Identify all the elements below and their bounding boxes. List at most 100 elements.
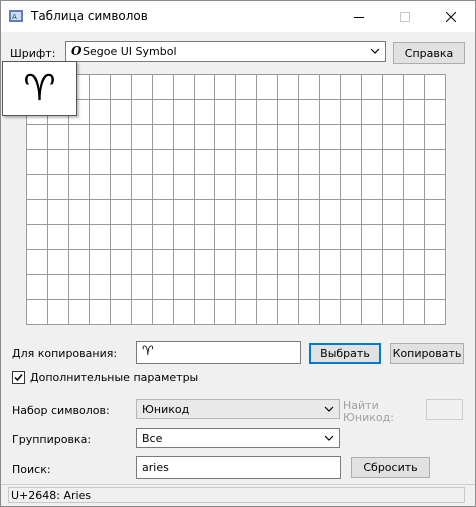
grid-cell[interactable] — [89, 100, 111, 125]
grid-cell[interactable] — [131, 150, 153, 175]
grid-cell[interactable] — [257, 300, 279, 325]
grid-cell[interactable] — [382, 225, 404, 250]
grid-cell[interactable] — [236, 275, 258, 300]
grid-cell[interactable] — [341, 250, 362, 275]
grid-cell[interactable] — [320, 275, 342, 300]
grid-cell[interactable] — [278, 150, 300, 175]
grid-cell[interactable] — [173, 300, 195, 325]
grid-cell[interactable] — [131, 275, 153, 300]
grid-cell[interactable] — [89, 225, 111, 250]
grid-cell[interactable] — [257, 225, 279, 250]
grid-cell[interactable] — [341, 100, 362, 125]
grid-cell[interactable] — [424, 200, 446, 225]
grid-cell[interactable] — [403, 200, 425, 225]
grid-cell[interactable] — [47, 250, 69, 275]
grid-cell[interactable] — [382, 200, 404, 225]
grid-cell[interactable] — [152, 100, 174, 125]
grid-cell[interactable] — [403, 125, 425, 150]
grid-cell[interactable] — [320, 200, 342, 225]
grid-cell[interactable] — [236, 300, 258, 325]
grid-cell[interactable] — [341, 175, 362, 200]
grid-cell[interactable] — [89, 125, 111, 150]
grid-cell[interactable] — [236, 175, 258, 200]
grid-cell[interactable] — [173, 125, 195, 150]
grid-cell[interactable] — [278, 300, 300, 325]
grid-cell[interactable] — [110, 250, 132, 275]
grid-cell[interactable] — [236, 250, 258, 275]
grid-cell[interactable] — [403, 75, 425, 100]
grid-cell[interactable] — [27, 300, 48, 325]
grid-cell[interactable] — [89, 200, 111, 225]
grid-cell[interactable] — [424, 150, 446, 175]
grid-cell[interactable] — [194, 300, 216, 325]
grid-cell[interactable] — [382, 275, 404, 300]
grid-cell[interactable] — [299, 175, 321, 200]
grid-cell[interactable] — [278, 250, 300, 275]
grid-cell[interactable] — [89, 275, 111, 300]
grid-cell[interactable] — [152, 75, 174, 100]
grid-cell[interactable] — [362, 250, 383, 275]
grid-cell[interactable] — [403, 300, 425, 325]
grid-cell[interactable] — [215, 200, 237, 225]
grid-cell[interactable] — [341, 300, 362, 325]
grid-cell[interactable] — [362, 75, 383, 100]
grid-cell[interactable] — [382, 250, 404, 275]
select-button[interactable]: Выбрать — [309, 343, 381, 364]
grid-cell[interactable] — [131, 200, 153, 225]
grid-cell[interactable] — [27, 175, 48, 200]
grid-cell[interactable] — [215, 300, 237, 325]
grid-cell[interactable] — [27, 125, 48, 150]
grid-cell[interactable] — [27, 275, 48, 300]
grid-cell[interactable] — [278, 75, 300, 100]
charset-dropdown[interactable]: Юникод — [136, 399, 340, 419]
grid-cell[interactable] — [110, 175, 132, 200]
grid-cell[interactable] — [382, 100, 404, 125]
grid-cell[interactable] — [47, 150, 69, 175]
grid-cell[interactable] — [257, 100, 279, 125]
font-dropdown[interactable]: O Segoe UI Symbol — [65, 41, 386, 62]
grid-cell[interactable] — [131, 250, 153, 275]
grid-cell[interactable] — [299, 125, 321, 150]
grid-cell[interactable] — [173, 250, 195, 275]
grid-cell[interactable] — [194, 225, 216, 250]
grid-cell[interactable] — [131, 100, 153, 125]
grid-cell[interactable] — [27, 250, 48, 275]
grid-cell[interactable] — [89, 250, 111, 275]
grid-cell[interactable] — [110, 150, 132, 175]
grid-cell[interactable] — [152, 250, 174, 275]
grid-cell[interactable] — [257, 150, 279, 175]
grid-cell[interactable] — [403, 150, 425, 175]
grid-cell[interactable] — [68, 125, 90, 150]
grid-cell[interactable] — [299, 150, 321, 175]
grid-cell[interactable] — [299, 300, 321, 325]
grid-cell[interactable] — [47, 200, 69, 225]
grid-cell[interactable] — [424, 75, 446, 100]
grid-cell[interactable] — [236, 200, 258, 225]
reset-button[interactable]: Сбросить — [351, 457, 430, 478]
grid-cell[interactable] — [215, 75, 237, 100]
grid-cell[interactable] — [27, 225, 48, 250]
grid-cell[interactable] — [424, 300, 446, 325]
grid-cell[interactable] — [131, 300, 153, 325]
grid-cell[interactable] — [257, 250, 279, 275]
grid-cell[interactable] — [299, 75, 321, 100]
grid-cell[interactable] — [194, 275, 216, 300]
grid-cell[interactable] — [152, 200, 174, 225]
grid-cell[interactable] — [173, 275, 195, 300]
grid-cell[interactable] — [215, 125, 237, 150]
grid-cell[interactable] — [257, 75, 279, 100]
grid-cell[interactable] — [362, 200, 383, 225]
grid-cell[interactable] — [173, 225, 195, 250]
grid-cell[interactable] — [382, 125, 404, 150]
grid-cell[interactable] — [68, 200, 90, 225]
grid-cell[interactable] — [257, 200, 279, 225]
grid-cell[interactable] — [110, 200, 132, 225]
grid-cell[interactable] — [194, 175, 216, 200]
grid-cell[interactable] — [131, 125, 153, 150]
grid-cell[interactable] — [152, 175, 174, 200]
grid-cell[interactable] — [110, 300, 132, 325]
grid-cell[interactable] — [278, 125, 300, 150]
grid-cell[interactable] — [89, 175, 111, 200]
grid-cell[interactable] — [152, 275, 174, 300]
grid-cell[interactable] — [278, 275, 300, 300]
